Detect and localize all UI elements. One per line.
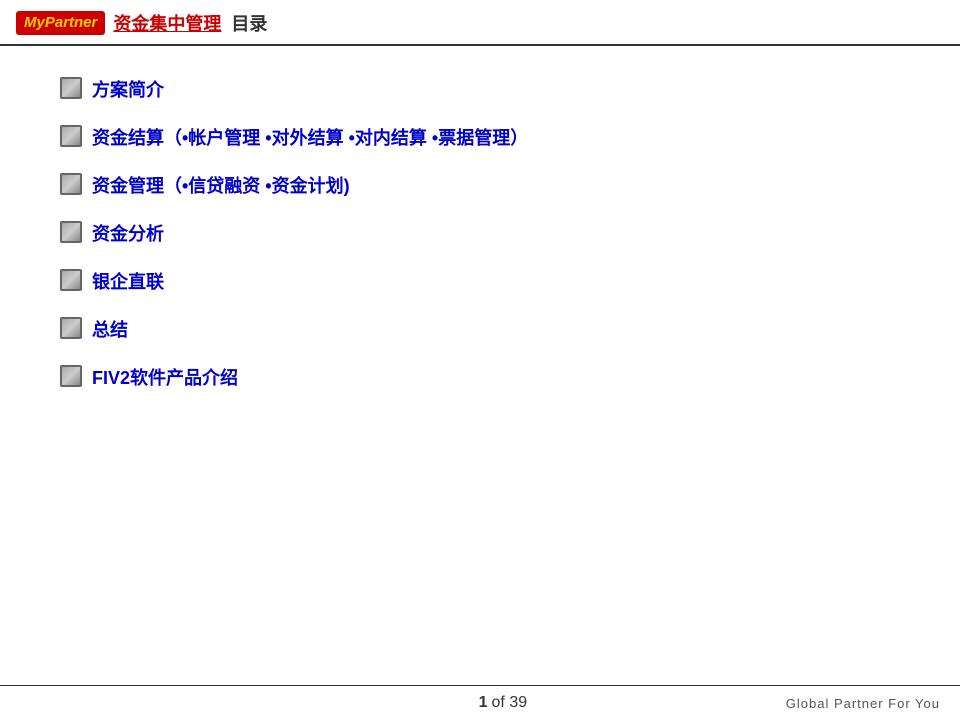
bullet-icon-6 — [60, 317, 82, 339]
header: MyPartner 资金集中管理 目录 — [0, 0, 960, 46]
logo-box: MyPartner — [16, 11, 105, 35]
menu-item-5[interactable]: 银企直联 — [60, 268, 900, 294]
menu-link-1[interactable]: 方案简介 — [92, 76, 164, 102]
footer-center: 1 of 39 — [479, 694, 528, 712]
menu-item-6[interactable]: 总结 — [60, 316, 900, 342]
menu-link-5[interactable]: 银企直联 — [92, 268, 164, 294]
subtitle: 资金集中管理 — [113, 10, 221, 36]
menu-link-4[interactable]: 资金分析 — [92, 220, 164, 246]
menu-link-2[interactable]: 资金结算（•帐户管理 •对外结算 •对内结算 •票据管理） — [92, 124, 528, 150]
menu-item-1[interactable]: 方案简介 — [60, 76, 900, 102]
bullet-icon-4 — [60, 221, 82, 243]
bullet-icon-5 — [60, 269, 82, 291]
logo-text: MyPartner — [24, 14, 97, 31]
bullet-icon-3 — [60, 173, 82, 195]
header-title: 目录 — [231, 10, 267, 36]
of-text: of 39 — [492, 694, 528, 712]
menu-link-6[interactable]: 总结 — [92, 316, 128, 342]
menu-item-4[interactable]: 资金分析 — [60, 220, 900, 246]
bullet-icon-7 — [60, 365, 82, 387]
menu-link-7[interactable]: FIV2软件产品介绍 — [92, 364, 238, 390]
bullet-icon-1 — [60, 77, 82, 99]
menu-item-2[interactable]: 资金结算（•帐户管理 •对外结算 •对内结算 •票据管理） — [60, 124, 900, 150]
menu-item-7[interactable]: FIV2软件产品介绍 — [60, 364, 900, 390]
logo-my: My — [24, 14, 45, 31]
logo-partner: Partner — [45, 14, 98, 31]
main-content: 方案简介 资金结算（•帐户管理 •对外结算 •对内结算 •票据管理） 资金管理（… — [0, 46, 960, 432]
menu-item-3[interactable]: 资金管理（•信贷融资 •资金计划) — [60, 172, 900, 198]
footer-tagline: Global Partner For You — [786, 696, 940, 711]
footer: 1 of 39 Global Partner For You — [0, 685, 960, 720]
page-number: 1 — [479, 694, 488, 712]
bullet-icon-2 — [60, 125, 82, 147]
menu-link-3[interactable]: 资金管理（•信贷融资 •资金计划) — [92, 172, 350, 198]
